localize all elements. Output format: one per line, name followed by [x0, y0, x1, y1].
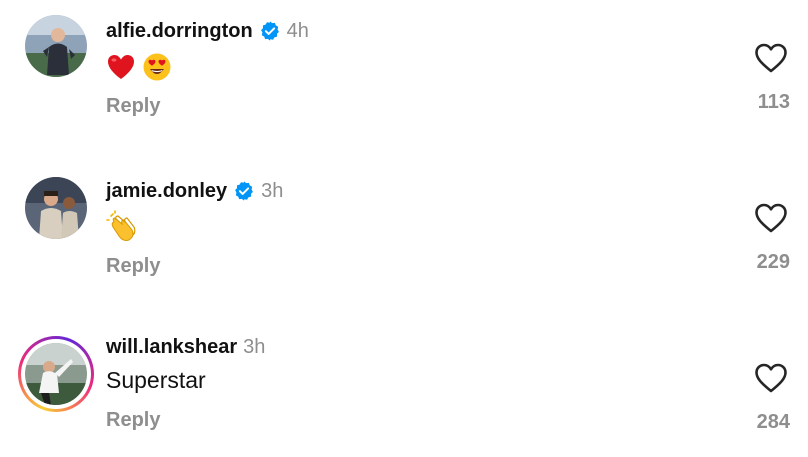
clapping-hands-icon	[106, 210, 136, 241]
comment-item: alfie.dorrington 4h Reply 113	[0, 0, 808, 130]
comment-timestamp: 3h	[243, 335, 266, 358]
avatar[interactable]	[25, 343, 87, 405]
comment-item: jamie.donley 3h Reply 229	[0, 160, 808, 290]
reply-button[interactable]: Reply	[106, 255, 160, 278]
comment-timestamp: 3h	[261, 179, 284, 202]
verified-badge-icon	[235, 181, 254, 201]
heart-icon[interactable]	[754, 42, 788, 74]
comment-username[interactable]: alfie.dorrington	[106, 20, 253, 43]
comment-username[interactable]: will.lankshear	[106, 336, 237, 359]
reply-button[interactable]: Reply	[106, 409, 160, 432]
avatar[interactable]	[25, 15, 87, 77]
story-ring[interactable]	[18, 336, 94, 412]
comment-username[interactable]: jamie.donley	[106, 180, 227, 203]
comment-text: Superstar	[106, 367, 206, 393]
avatar[interactable]	[25, 177, 87, 239]
like-count: 284	[756, 411, 790, 433]
reply-button[interactable]: Reply	[106, 95, 160, 118]
red-heart-icon	[108, 55, 134, 79]
heart-icon[interactable]	[754, 202, 788, 234]
like-count: 229	[756, 251, 790, 273]
verified-badge-icon	[260, 21, 279, 41]
comment-timestamp: 4h	[286, 19, 309, 42]
like-count: 113	[757, 91, 790, 113]
heart-eyes-emoji-icon	[143, 53, 171, 81]
comment-item: will.lankshear 3h Superstar Reply 284	[0, 320, 808, 450]
heart-icon[interactable]	[754, 362, 788, 394]
